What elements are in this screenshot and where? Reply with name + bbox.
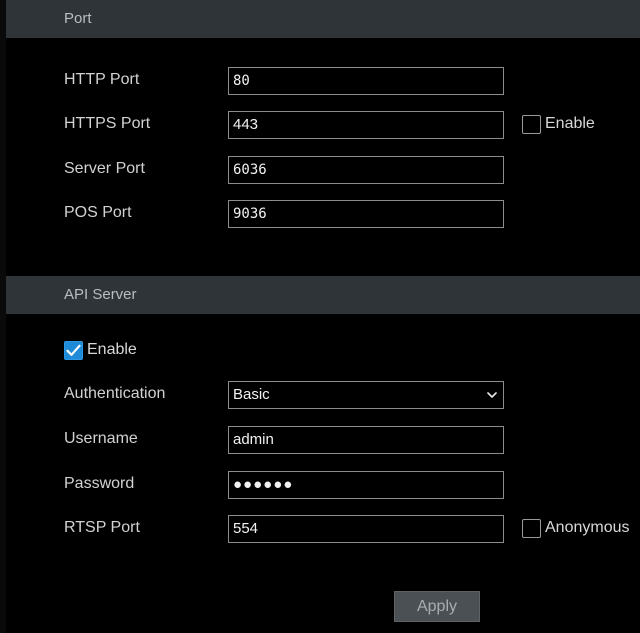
username-row: Username admin (6, 424, 640, 454)
authentication-value: Basic (233, 386, 270, 403)
port-section-header: Port (6, 0, 640, 38)
rtsp-port-label: RTSP Port (64, 519, 140, 536)
api-server-section-header: API Server (6, 276, 640, 314)
port-section-title: Port (64, 10, 92, 27)
https-port-label: HTTPS Port (64, 115, 151, 132)
api-server-section-title: API Server (64, 286, 137, 303)
https-enable-label: Enable (545, 115, 595, 132)
authentication-select[interactable]: Basic (228, 381, 504, 409)
authentication-row: Authentication Basic (6, 379, 640, 409)
password-label: Password (64, 475, 135, 492)
https-enable-checkbox-group[interactable]: Enable (522, 113, 595, 135)
pos-port-input[interactable]: 9036 (228, 200, 504, 228)
rtsp-port-input[interactable]: 554 (228, 515, 504, 543)
username-input[interactable]: admin (228, 426, 504, 454)
api-enable-checkbox[interactable] (64, 340, 83, 360)
server-port-row: Server Port 6036 (6, 154, 640, 184)
https-enable-checkbox[interactable] (522, 114, 541, 134)
api-enable-row: Enable (6, 335, 640, 365)
server-port-input[interactable]: 6036 (228, 156, 504, 184)
https-port-input[interactable]: 443 (228, 111, 504, 139)
network-port-settings-panel: Port HTTP Port 80 HTTPS Port 443 Enable … (6, 0, 640, 633)
password-input[interactable]: ●●●●●● (228, 471, 504, 499)
http-port-input[interactable]: 80 (228, 67, 504, 95)
anonymous-checkbox-group[interactable]: Anonymous (522, 517, 630, 539)
server-port-label: Server Port (64, 160, 145, 177)
chevron-down-icon (487, 392, 497, 398)
anonymous-label: Anonymous (545, 519, 630, 536)
api-enable-checkbox-group[interactable]: Enable (64, 339, 137, 361)
password-row: Password ●●●●●● (6, 469, 640, 499)
authentication-label: Authentication (64, 385, 166, 402)
pos-port-row: POS Port 9036 (6, 198, 640, 228)
username-label: Username (64, 430, 138, 447)
http-port-row: HTTP Port 80 (6, 65, 640, 95)
anonymous-checkbox[interactable] (522, 518, 541, 538)
https-port-row: HTTPS Port 443 Enable (6, 109, 640, 139)
api-enable-label: Enable (87, 341, 137, 358)
rtsp-port-row: RTSP Port 554 Anonymous (6, 513, 640, 543)
checkmark-icon (66, 344, 81, 356)
http-port-label: HTTP Port (64, 71, 140, 88)
pos-port-label: POS Port (64, 204, 132, 221)
apply-button[interactable]: Apply (394, 591, 480, 622)
